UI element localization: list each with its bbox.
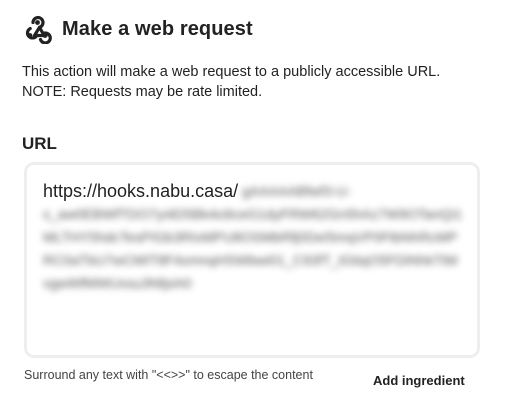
url-field-label: URL <box>22 134 57 153</box>
url-value-redacted-rest: s_aw0EBWfTDO7yi4D5Bk4o9ceG1dyFRW62Gn5hAz… <box>43 206 463 291</box>
helper-text: Surround any text with "<<>>" to escape … <box>24 368 313 382</box>
url-value-visible: https://hooks.nabu.casa/ <box>43 181 239 201</box>
action-header: Make a web request <box>22 14 253 45</box>
add-ingredient-button[interactable]: Add ingredient <box>373 373 465 388</box>
page-title: Make a web request <box>62 17 253 40</box>
url-input[interactable]: https://hooks.nabu.casa/gAAAAABfwf3-U- s… <box>24 162 480 358</box>
url-value-redacted: gAAAAABfwf3-U- <box>242 183 352 199</box>
description-note: NOTE: Requests may be rate limited. <box>22 84 263 100</box>
action-description: This action will make a web request to a… <box>22 62 502 102</box>
description-line: This action will make a web request to a… <box>22 64 441 80</box>
webhooks-icon <box>22 14 52 45</box>
url-value-line: https://hooks.nabu.casa/gAAAAABfwf3-U- <box>43 179 463 203</box>
